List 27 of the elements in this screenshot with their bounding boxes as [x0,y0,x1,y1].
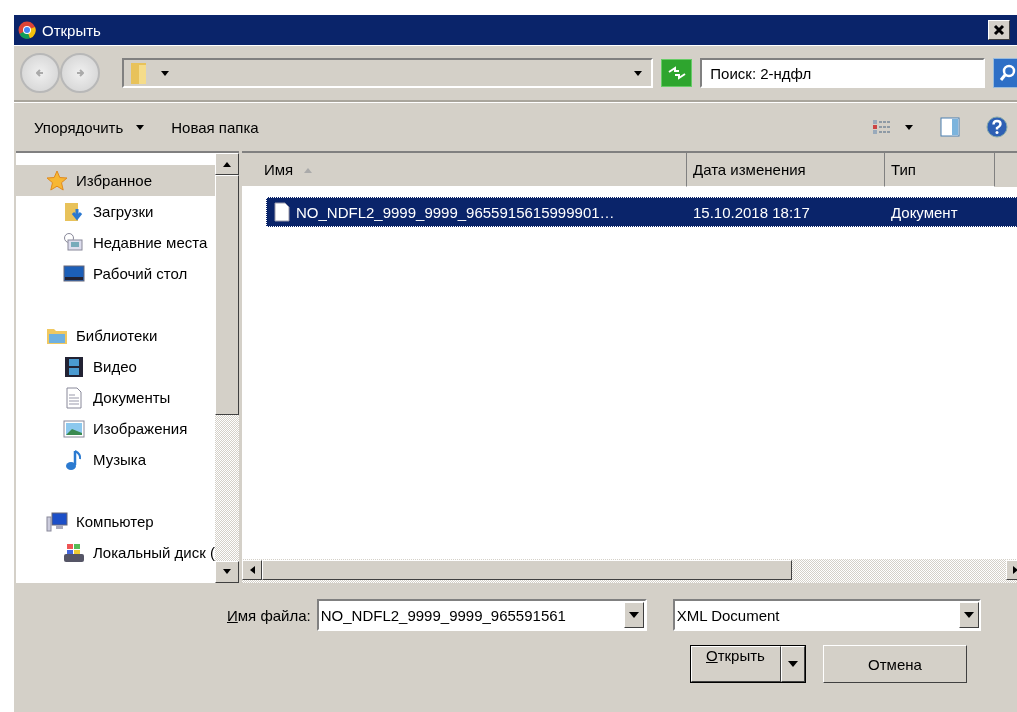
sidebar-item[interactable]: Компьютер [16,506,215,537]
file-row[interactable]: NO_NDFL2_9999_9999_9655915615999901… 15.10.2018 18:17 Документ [265,197,1017,227]
file-type-dropdown[interactable]: XML Document [672,599,981,631]
sidebar-item[interactable]: Недавние места [16,227,215,258]
open-button[interactable]: Открыть [691,646,781,682]
table-cell: Документ [890,203,958,221]
window-title: Открыть [42,21,102,39]
column-header[interactable]: Тип [884,153,995,187]
sidebar-item[interactable]: Документы [16,382,215,413]
sidebar-item[interactable]: Локальный диск ( [16,537,215,568]
column-header[interactable]: Дата изменения [686,153,885,187]
filename-label: Имя файла: [227,606,311,624]
sidebar-item[interactable]: Видео [16,351,215,382]
sidebar-item[interactable]: Загрузки [16,196,215,227]
table-cell: 15.10.2018 18:17 [692,203,810,221]
sidebar-item[interactable]: Музыка [16,444,215,475]
column-header[interactable]: Имя [241,153,687,187]
sidebar-item[interactable]: Библиотеки [16,320,215,351]
search-field[interactable]: Поиск: 2-ндфл [700,58,985,88]
sidebar-item[interactable]: Избранное [16,165,215,196]
organize-button[interactable]: Упорядочить [28,114,152,140]
sidebar-item[interactable]: Изображения [16,413,215,444]
sidebar-item[interactable]: Рабочий стол [16,258,215,289]
table-cell: NO_NDFL2_9999_9999_9655915615999901… [295,203,615,221]
new-folder-button[interactable]: Новая папка [165,114,265,140]
filename-field[interactable]: NO_NDFL2_9999_9999_965591561 [316,599,647,631]
cancel-button[interactable]: Отмена [823,645,967,683]
